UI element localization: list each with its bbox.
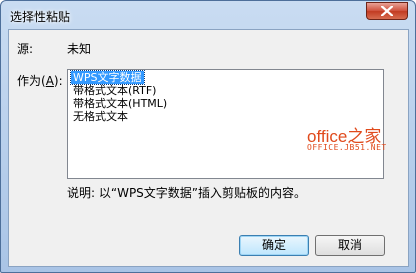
- watermark-logo: office之家 OFFICE.JB51.NET: [307, 122, 389, 158]
- paste-as-label: 作为(A):: [17, 72, 63, 89]
- dialog-title: 选择性粘贴: [10, 10, 71, 24]
- list-item-rtf[interactable]: 带格式文本(RTF): [71, 84, 158, 97]
- paste-as-label-suffix: ):: [53, 74, 63, 88]
- list-item-plain-text[interactable]: 无格式文本: [71, 110, 130, 123]
- source-label: 源:: [17, 42, 34, 56]
- watermark-sub-text: OFFICE.JB51.NET: [307, 143, 387, 152]
- source-value: 未知: [67, 42, 92, 56]
- description-text: 说明: 以“WPS文字数据”插入剪贴板的内容。: [67, 186, 307, 200]
- cancel-button[interactable]: 取消: [315, 235, 385, 256]
- dialog-body: 源: 未知 作为(A): WPS文字数据 带格式文本(RTF) 带格式文本(HT…: [8, 29, 409, 267]
- paste-as-label-prefix: 作为(: [17, 74, 46, 88]
- list-item-html[interactable]: 带格式文本(HTML): [71, 97, 169, 110]
- close-icon: [381, 6, 393, 16]
- paste-as-accelerator: A: [45, 74, 54, 88]
- list-item-wps-data[interactable]: WPS文字数据: [70, 70, 145, 85]
- ok-button[interactable]: 确定: [239, 235, 309, 256]
- paste-special-dialog: 选择性粘贴 源: 未知 作为(A): WPS文字数据 带格式文本(RTF) 带格…: [0, 0, 416, 273]
- title-bar[interactable]: 选择性粘贴: [1, 1, 415, 29]
- close-button[interactable]: [366, 2, 408, 20]
